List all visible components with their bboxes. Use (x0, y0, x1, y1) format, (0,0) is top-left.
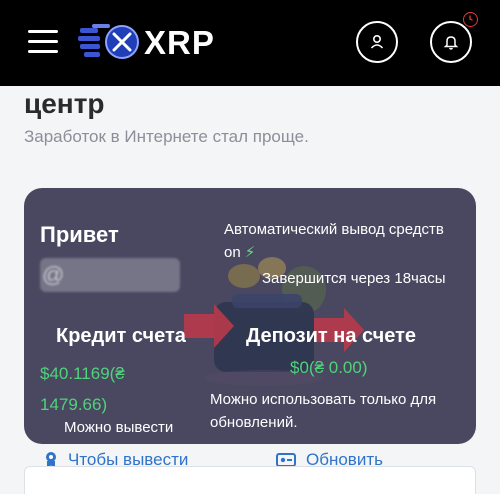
credit-title: Кредит счета (56, 325, 186, 347)
user-icon (370, 34, 384, 49)
page-title: центр (24, 88, 105, 119)
xrp-logo-mark-icon (78, 20, 140, 66)
auto-withdraw-label: Автоматический вывод средств on (224, 221, 444, 261)
deposit-note: Можно использовать только для обновлений… (210, 391, 437, 431)
bottom-panel (24, 466, 476, 494)
profile-button[interactable] (356, 21, 398, 63)
deposit-title: Депозит на счете (246, 325, 416, 347)
top-header: XRP (0, 0, 500, 86)
deposit-value: $0(₴ 0.00) (290, 358, 368, 377)
auto-withdraw-status: Автоматический вывод средств on ⚡ (224, 218, 444, 264)
logo-text: XRP (144, 24, 215, 61)
notification-badge (463, 12, 478, 27)
bell-icon (443, 36, 459, 50)
app-logo[interactable]: XRP (78, 20, 215, 66)
hamburger-menu-icon[interactable] (28, 30, 58, 54)
balance-card: Привет @ Автоматический вывод средств on… (24, 188, 476, 444)
ends-in-label: Завершится через 18часы (262, 270, 446, 287)
page-subtitle: Заработок в Интернете стал проще. (24, 127, 309, 146)
notifications-button[interactable] (430, 21, 472, 63)
username-masked: @ (40, 258, 180, 292)
lightning-bolt-icon: ⚡ (244, 244, 256, 261)
credit-value: $40.1169(₴ 1479.66) (40, 364, 125, 414)
greeting: Привет (40, 222, 119, 247)
credit-note: Можно вывести (64, 419, 174, 436)
